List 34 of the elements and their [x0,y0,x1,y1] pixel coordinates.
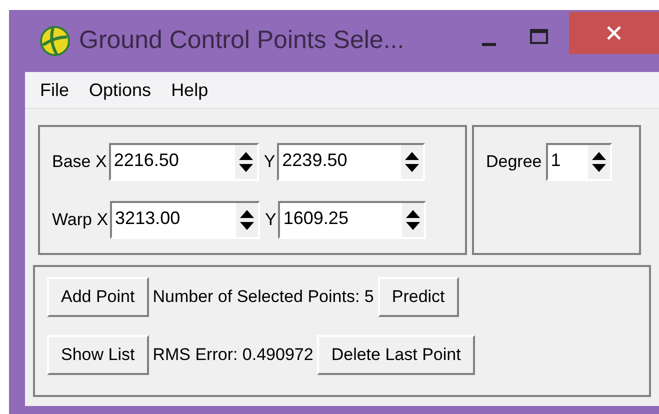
maximize-icon[interactable] [529,27,549,47]
spin-arrows-icon[interactable] [588,145,610,179]
globe-icon [39,25,71,57]
field-value: 2216.50 [112,149,180,172]
field-label: Degree [486,151,542,173]
field-label: Y [264,151,276,174]
spin-arrows-icon[interactable] [236,203,258,237]
push-button[interactable]: Predict [378,277,459,317]
push-button[interactable]: Delete Last Point [317,335,475,375]
spin-field[interactable]: 3213.00 [110,201,260,239]
spin-field[interactable]: 2216.50 [108,143,259,181]
status-text: Number of Selected Points: 5 [152,286,374,308]
close-icon [606,25,622,41]
menu-item[interactable]: Help [171,76,208,104]
spin-arrows-icon[interactable] [401,145,424,179]
window-title: Ground Control Points Sele... [79,25,404,56]
field-value: 3213.00 [114,207,182,230]
menu-item[interactable]: Options [89,76,152,104]
spin-field[interactable]: 1609.25 [278,201,426,239]
field-value: 1 [550,149,562,172]
field-value: 2239.50 [281,149,348,172]
spin-arrows-icon[interactable] [234,145,257,179]
status-text: RMS Error: 0.490972 [152,344,314,366]
push-button[interactable]: Show List [47,335,149,375]
field-label: Base X [52,151,107,174]
close-button[interactable] [569,12,659,54]
field-label: Y [265,209,276,232]
field-label: Warp X [52,209,108,232]
spin-field[interactable]: 2239.50 [277,143,426,181]
menu-item[interactable]: File [40,76,70,104]
spin-field[interactable]: 1 [546,143,612,181]
spin-arrows-icon[interactable] [402,203,424,237]
field-value: 1609.25 [282,207,350,230]
push-button[interactable]: Add Point [47,277,149,317]
